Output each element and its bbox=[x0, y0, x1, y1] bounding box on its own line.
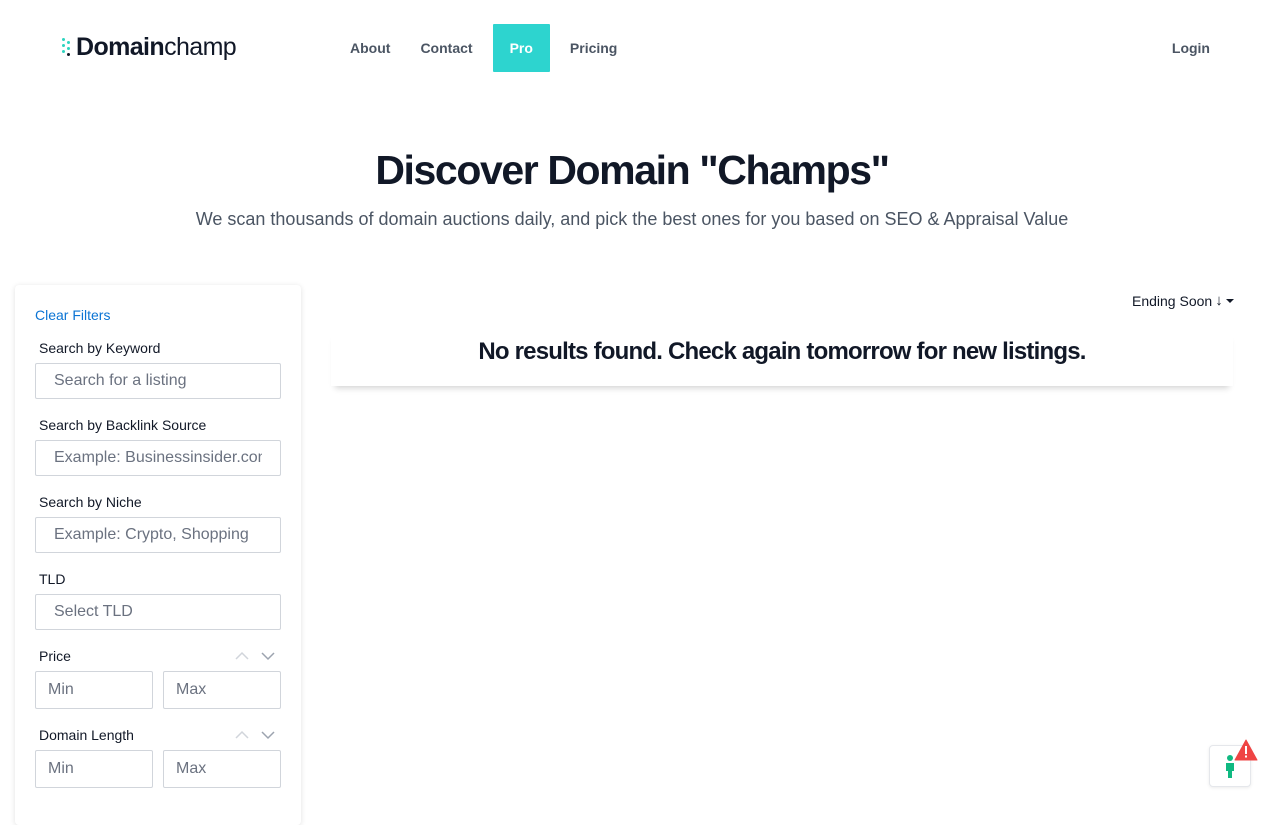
price-label: Price bbox=[39, 648, 71, 664]
caret-down-icon bbox=[1225, 298, 1234, 303]
main-nav: About Contact Pro Pricing bbox=[340, 24, 637, 72]
nav-about[interactable]: About bbox=[340, 24, 400, 72]
niche-search-input[interactable] bbox=[35, 517, 281, 553]
nav-pro[interactable]: Pro bbox=[492, 24, 550, 72]
tld-label: TLD bbox=[39, 571, 66, 587]
filter-sidebar: Clear Filters Search by Keyword Search b… bbox=[15, 285, 301, 825]
nav-pricing[interactable]: Pricing bbox=[560, 24, 627, 72]
price-sort-up-icon[interactable] bbox=[234, 650, 250, 662]
clear-filters-link[interactable]: Clear Filters bbox=[35, 307, 110, 323]
domain-length-label: Domain Length bbox=[39, 727, 134, 743]
length-min-input[interactable] bbox=[35, 750, 153, 788]
logo-mark-icon bbox=[60, 36, 74, 58]
keyword-search-input[interactable] bbox=[35, 363, 281, 399]
sort-dropdown[interactable]: Ending Soon ↓ bbox=[1132, 292, 1234, 309]
logo-text: Domainchamp bbox=[76, 32, 237, 61]
length-sort-up-icon[interactable] bbox=[234, 729, 250, 741]
page-subtitle: We scan thousands of domain auctions dai… bbox=[195, 209, 1069, 229]
nav-contact[interactable]: Contact bbox=[410, 24, 482, 72]
price-min-input[interactable] bbox=[35, 671, 153, 709]
price-max-input[interactable] bbox=[163, 671, 281, 709]
sort-label: Ending Soon bbox=[1132, 292, 1213, 309]
tld-select[interactable]: Select TLD bbox=[35, 594, 281, 630]
empty-results-message: No results found. Check again tomorrow f… bbox=[478, 338, 1086, 365]
price-sort-down-icon[interactable] bbox=[260, 650, 276, 662]
logo[interactable]: Domainchamp bbox=[60, 30, 237, 64]
results-panel: No results found. Check again tomorrow f… bbox=[331, 330, 1233, 386]
backlink-search-input[interactable] bbox=[35, 440, 281, 476]
niche-label: Search by Niche bbox=[39, 494, 142, 510]
login-link[interactable]: Login bbox=[1172, 24, 1210, 72]
arrow-down-icon: ↓ bbox=[1215, 292, 1223, 309]
tld-select-placeholder: Select TLD bbox=[54, 603, 133, 620]
length-max-input[interactable] bbox=[163, 750, 281, 788]
length-sort-down-icon[interactable] bbox=[260, 729, 276, 741]
page-title: Discover Domain "Champs" bbox=[375, 147, 890, 193]
warning-icon bbox=[1234, 739, 1258, 761]
backlink-label: Search by Backlink Source bbox=[39, 417, 207, 433]
keyword-label: Search by Keyword bbox=[39, 340, 161, 356]
